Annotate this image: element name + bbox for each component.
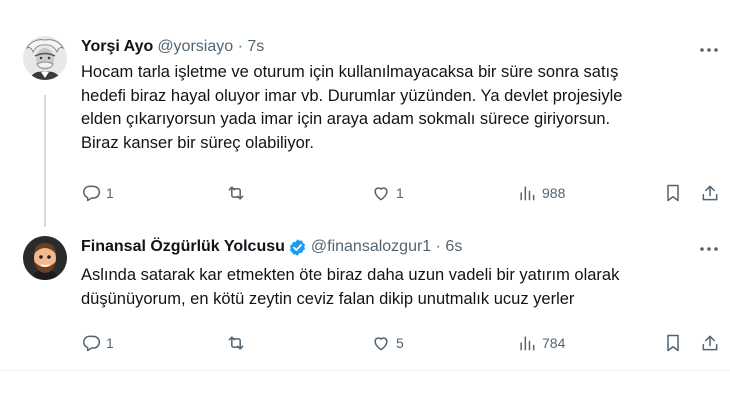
views-button[interactable]: 784 (517, 331, 565, 355)
retweet-button[interactable] (226, 331, 251, 355)
more-icon[interactable] (697, 242, 721, 256)
more-icon[interactable] (697, 43, 721, 57)
views-button[interactable]: 988 (517, 181, 565, 205)
bookmark-button[interactable] (663, 181, 683, 205)
handle-and-time[interactable]: @finansalozgur1 · 6s (311, 238, 462, 256)
avatar[interactable] (23, 236, 67, 280)
tweet-header: Yorşi Ayo @yorsiayo · 7s (81, 36, 264, 58)
share-button[interactable] (700, 181, 720, 205)
tweet[interactable]: Finansal Özgürlük Yolcusu @finansalozgur… (0, 220, 730, 370)
display-name[interactable]: Finansal Özgürlük Yolcusu (81, 238, 285, 256)
retweet-icon (228, 336, 244, 350)
bookmark-button[interactable] (663, 331, 683, 355)
share-icon (702, 335, 718, 351)
avatar[interactable] (23, 36, 67, 80)
divider (0, 370, 730, 371)
verified-badge-icon (289, 238, 305, 256)
like-count: 5 (396, 335, 404, 351)
tweet-text: Hocam tarla işletme ve oturum için kulla… (81, 61, 721, 155)
reply-button[interactable]: 1 (81, 181, 114, 205)
like-button[interactable]: 5 (371, 331, 404, 355)
like-count: 1 (396, 185, 404, 201)
retweet-icon (228, 186, 244, 200)
views-icon (520, 336, 535, 351)
views-icon (520, 186, 535, 201)
like-icon (374, 187, 388, 201)
like-button[interactable]: 1 (371, 181, 404, 205)
reply-button[interactable]: 1 (81, 331, 114, 355)
tweet-header: Finansal Özgürlük Yolcusu @finansalozgur… (81, 236, 462, 258)
tweet-text-line: Biraz kanser bir süreç olabiliyor. (81, 133, 314, 152)
reply-icon (83, 335, 101, 352)
tweet-text-line: elden çıkarıyorsun yada imar için araya … (81, 110, 611, 128)
action-bar: 1 1 988 (0, 181, 730, 205)
views-count: 784 (542, 335, 566, 351)
tweet-text-line: düşünüyorum, en kötü zeytin ceviz falan … (81, 289, 575, 308)
reply-count: 1 (106, 335, 114, 351)
tweet-text: Aslında satarak kar etmekten öte biraz d… (81, 264, 721, 311)
handle-and-time[interactable]: @yorsiayo · 7s (157, 38, 264, 56)
bookmark-icon (667, 184, 679, 202)
share-icon (702, 185, 718, 201)
tweet-text-line: Aslında satarak kar etmekten öte biraz d… (81, 266, 620, 284)
bookmark-icon (667, 334, 679, 352)
share-button[interactable] (700, 331, 720, 355)
action-bar: 1 5 784 (0, 331, 730, 355)
retweet-button[interactable] (226, 181, 251, 205)
tweet-text-line: hedefi biraz hayal oluyor imar vb. Durum… (81, 86, 623, 105)
display-name[interactable]: Yorşi Ayo (81, 38, 153, 56)
reply-count: 1 (106, 185, 114, 201)
views-count: 988 (542, 185, 566, 201)
like-icon (374, 337, 388, 351)
tweet[interactable]: Yorşi Ayo @yorsiayo · 7s Hocam tarla işl… (0, 0, 730, 220)
reply-icon (83, 185, 101, 202)
tweet-text-line: Hocam tarla işletme ve oturum için kulla… (81, 63, 619, 81)
